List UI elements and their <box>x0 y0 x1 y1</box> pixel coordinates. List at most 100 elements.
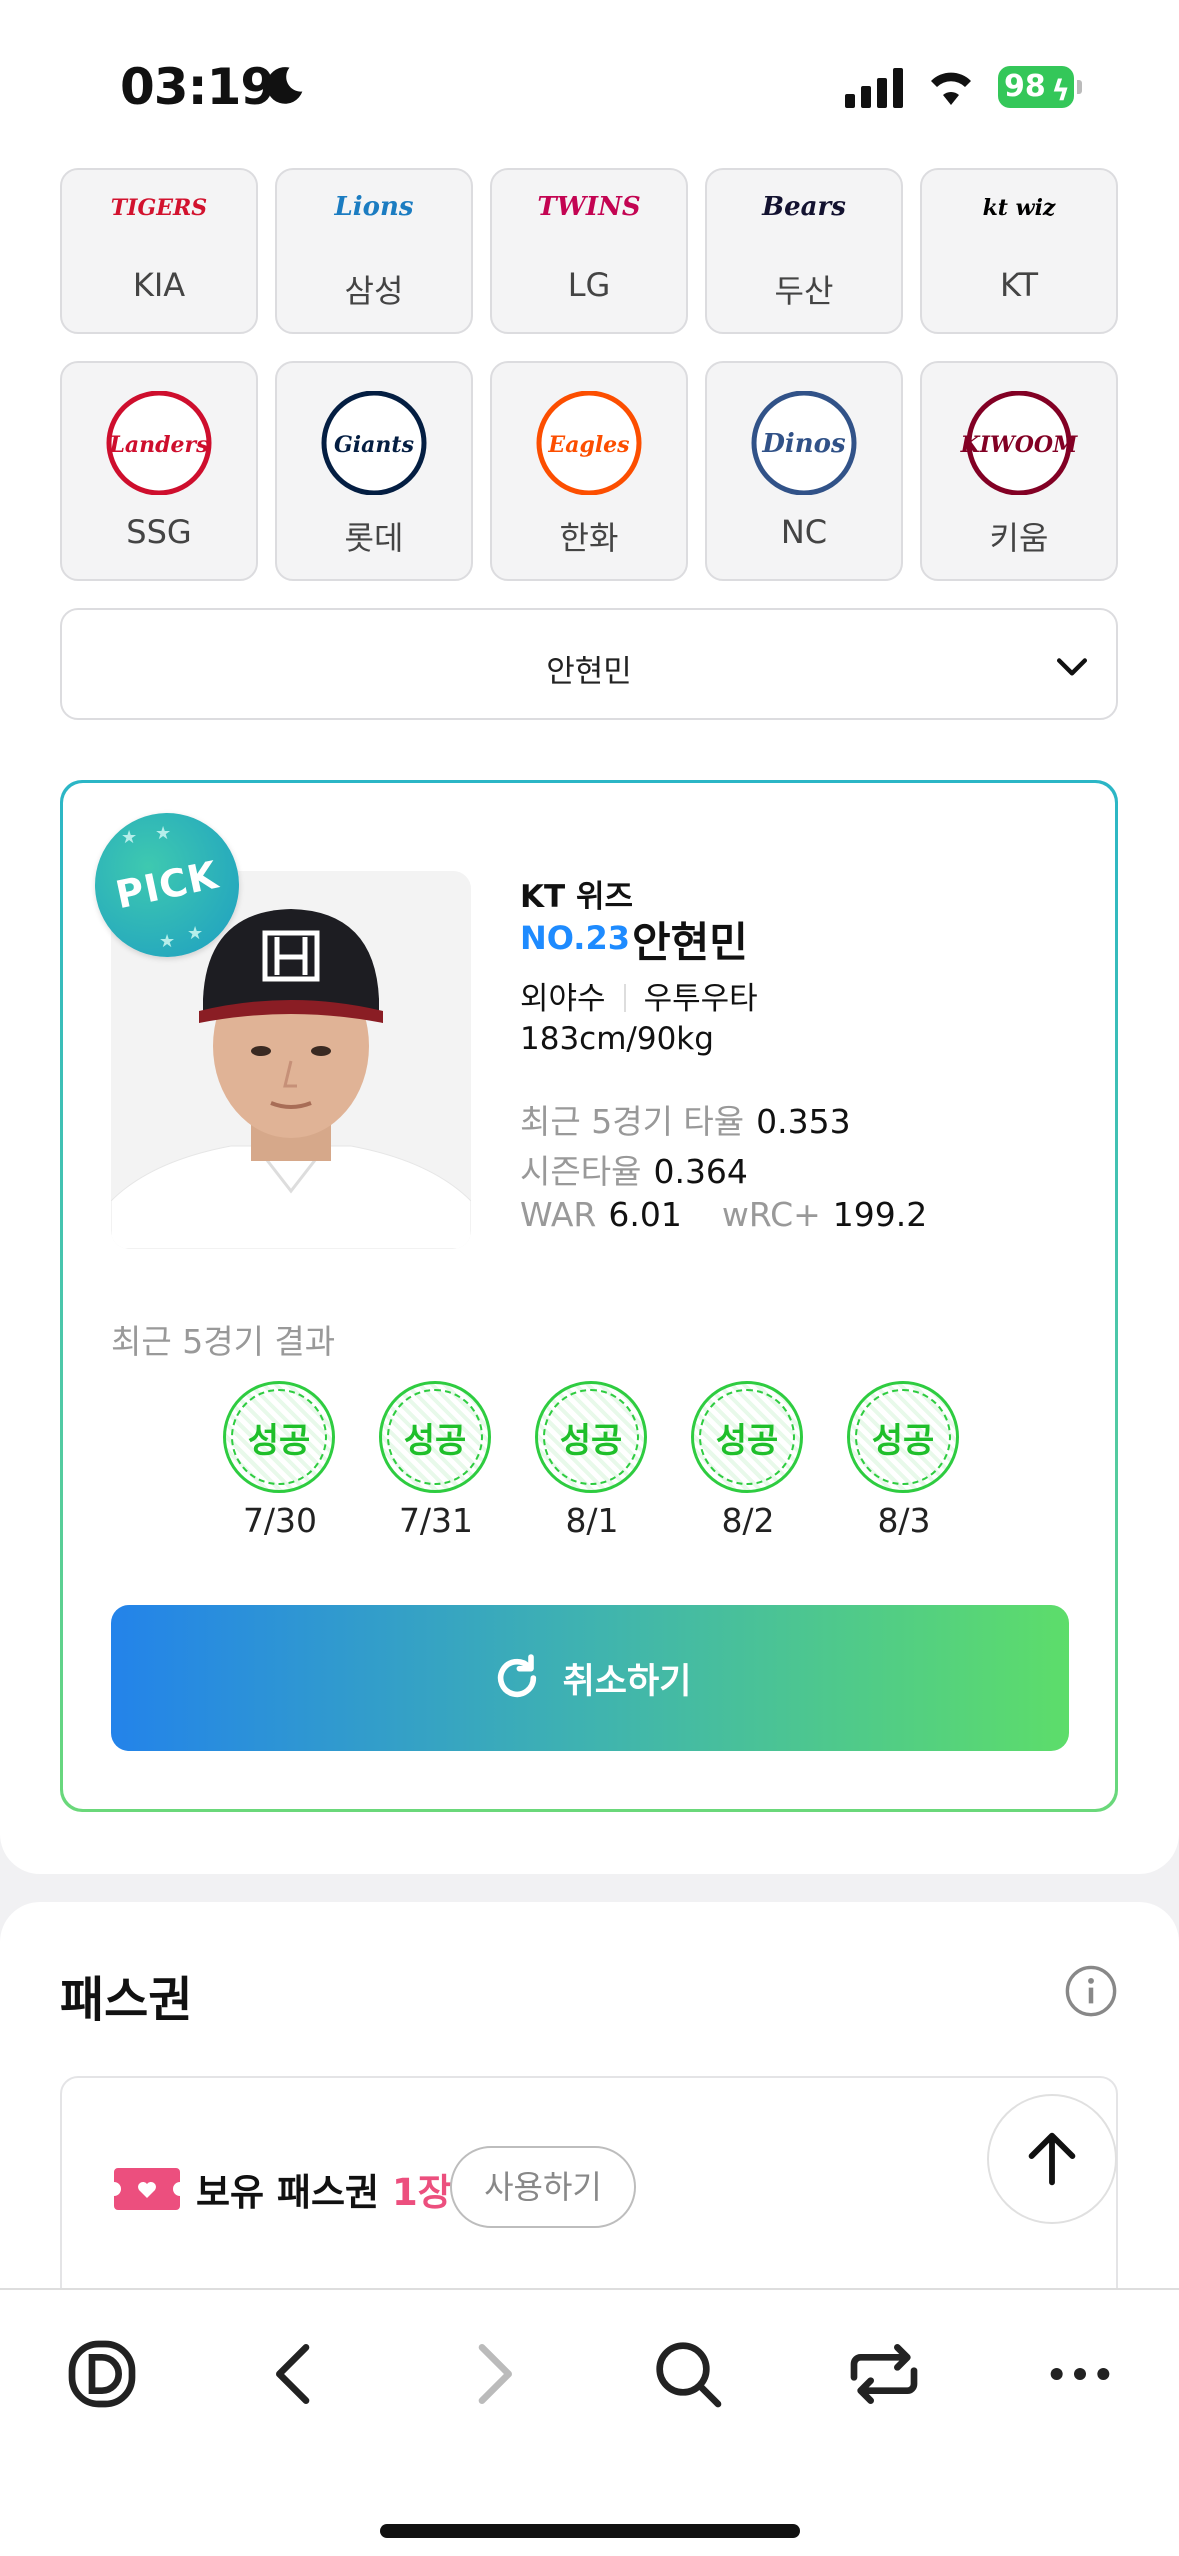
game-result: 성공 8/2 <box>691 1381 805 1540</box>
team-logo-text: Bears <box>761 192 846 222</box>
team-button[interactable]: Giants 롯데 <box>275 361 473 581</box>
stat-war-wrc: WAR 6.01 wRC+ 199.2 <box>520 1195 927 1234</box>
charging-bolt-icon: ϟ <box>1051 74 1070 107</box>
team-logo-text: Lions <box>333 192 413 222</box>
team-logo-text: TIGERS <box>111 195 207 221</box>
game-result: 성공 8/1 <box>535 1381 649 1540</box>
stat-value: 0.353 <box>756 1102 851 1141</box>
game-result-label: 성공 <box>403 1420 467 1461</box>
info-icon[interactable] <box>1064 1964 1118 2018</box>
player-number: NO.23 <box>520 919 630 957</box>
team-name: 두산 <box>774 272 834 310</box>
stat-label: 시즌타율 <box>520 1152 642 1191</box>
team-name: KT <box>999 266 1039 304</box>
main-card: TIGERS KIA Lions 삼성 TWINS LG Bears 두산 kt wiz KT La… <box>0 168 1179 1874</box>
game-result: 성공 7/31 <box>379 1381 493 1540</box>
cellular-signal-icon <box>845 68 903 108</box>
tabs-switch-icon[interactable] <box>844 2334 924 2414</box>
team-logo-text: Dinos <box>761 429 846 459</box>
player-team: KT 위즈 <box>520 879 634 915</box>
player-body: 183cm/90kg <box>520 1021 714 1057</box>
team-name: 삼성 <box>344 272 404 310</box>
success-stamp: 성공 <box>535 1381 647 1493</box>
star-icon: ★ <box>159 931 176 952</box>
star-icon: ★ <box>187 923 204 944</box>
arrow-up-icon <box>1028 2132 1076 2186</box>
team-logo-text: TWINS <box>537 192 640 222</box>
team-button[interactable]: KIWOOM 키움 <box>920 361 1118 581</box>
kia-tigers-logo: TIGERS <box>62 178 256 242</box>
more-icon[interactable] <box>1040 2334 1120 2414</box>
team-button[interactable]: TIGERS KIA <box>60 168 258 334</box>
stat-value: 6.01 <box>608 1195 682 1234</box>
stat-value: 0.364 <box>653 1152 748 1191</box>
nc-dinos-logo: Dinos <box>707 391 901 495</box>
team-logo-text: Giants <box>334 432 414 458</box>
team-name: LG <box>567 266 611 304</box>
doosan-bears-logo: Bears <box>707 178 901 242</box>
ticket-icon <box>114 2168 180 2210</box>
team-logo-text: Eagles <box>547 432 629 458</box>
player-position-row: 외야수 우투우타 <box>520 973 758 1018</box>
home-d-icon[interactable] <box>62 2334 142 2414</box>
team-name: 한화 <box>559 519 619 557</box>
player-bats-throws: 우투우타 <box>643 981 758 1017</box>
team-button[interactable]: Lions 삼성 <box>275 168 473 334</box>
kiwoom-heroes-logo: KIWOOM <box>922 391 1116 495</box>
home-indicator <box>380 2524 800 2538</box>
team-button[interactable]: Landers SSG <box>60 361 258 581</box>
samsung-lions-logo: Lions <box>277 178 471 242</box>
team-name: NC <box>780 513 828 551</box>
team-logo-text: kt wiz <box>983 195 1056 221</box>
scroll-top-button[interactable] <box>987 2094 1117 2224</box>
player-select[interactable]: 안현민 <box>60 608 1118 720</box>
stat-label: 최근 5경기 타율 <box>520 1102 745 1141</box>
pass-title: 패스권 <box>60 1972 193 2028</box>
star-icon: ★ <box>155 823 172 844</box>
battery-level: 98 <box>1004 69 1046 104</box>
stat-label: WAR <box>520 1195 597 1234</box>
stat-label: wRC+ <box>721 1195 821 1234</box>
game-result-label: 성공 <box>871 1420 935 1461</box>
lotte-giants-logo: Giants <box>277 391 471 495</box>
game-date: 8/3 <box>877 1501 931 1540</box>
use-pass-button[interactable]: 사용하기 <box>450 2146 636 2228</box>
team-button[interactable]: TWINS LG <box>490 168 688 334</box>
team-button[interactable]: kt wiz KT <box>920 168 1118 334</box>
success-stamp: 성공 <box>223 1381 335 1493</box>
chevron-down-icon <box>1056 658 1088 676</box>
refresh-icon <box>497 1654 536 1698</box>
game-result: 성공 7/30 <box>223 1381 337 1540</box>
recent-results-title: 최근 5경기 결과 <box>111 1322 336 1361</box>
team-button[interactable]: Dinos NC <box>705 361 903 581</box>
success-stamp: 성공 <box>379 1381 491 1493</box>
team-logo-text: Landers <box>108 432 208 458</box>
team-name: 롯데 <box>344 519 404 557</box>
team-button[interactable]: Bears 두산 <box>705 168 903 334</box>
search-icon[interactable] <box>648 2334 728 2414</box>
team-name: SSG <box>126 513 192 551</box>
game-result-label: 성공 <box>247 1420 311 1461</box>
cancel-button[interactable]: 취소하기 <box>111 1605 1069 1751</box>
forward-icon[interactable] <box>452 2334 532 2414</box>
owned-pass-label: 보유 패스권 <box>196 2171 380 2214</box>
player-card: PICK ★ ★ ★ ★ KT 위즈 NO.23 안현민 외야수 우투우타 183… <box>60 780 1118 1812</box>
star-icon: ★ <box>121 827 138 848</box>
game-date: 7/30 <box>242 1501 318 1540</box>
stat-recent5-avg: 최근 5경기 타율 0.353 <box>520 1095 851 1143</box>
moon-icon <box>266 67 303 104</box>
back-icon[interactable] <box>256 2334 336 2414</box>
owned-pass: 보유 패스권 1장 <box>196 2162 452 2216</box>
pick-badge-label: PICK <box>111 852 223 918</box>
team-button[interactable]: Eagles 한화 <box>490 361 688 581</box>
stat-season-avg: 시즌타율 0.364 <box>520 1145 748 1193</box>
game-result-label: 성공 <box>559 1420 623 1461</box>
status-time: 03:19 <box>120 58 275 116</box>
stat-value: 199.2 <box>832 1195 928 1234</box>
success-stamp: 성공 <box>691 1381 803 1493</box>
game-date: 8/2 <box>721 1501 775 1540</box>
browser-toolbar <box>0 2288 1179 2556</box>
cancel-button-label: 취소하기 <box>562 1661 692 1702</box>
hanwha-eagles-logo: Eagles <box>492 391 686 495</box>
player-position: 외야수 <box>520 981 606 1017</box>
